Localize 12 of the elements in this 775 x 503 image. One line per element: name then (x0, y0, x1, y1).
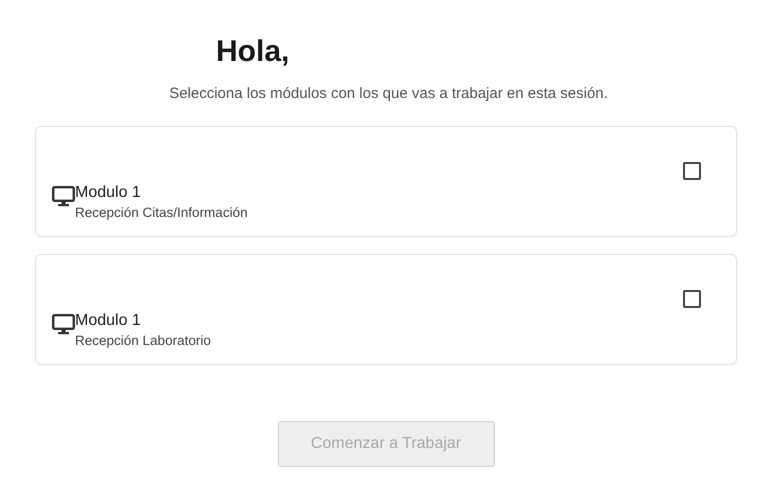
module-card[interactable]: Modulo 1 Recepción Citas/Información (35, 126, 737, 237)
instruction-text: Selecciona los módulos con los que vas a trabajar en esta sesión. (168, 84, 609, 104)
module-checkbox[interactable] (683, 162, 701, 180)
module-card[interactable]: Modulo 1 Recepción Laboratorio (35, 254, 737, 365)
module-description: Recepción Citas/Información (75, 204, 248, 222)
greeting-title: Hola, (216, 34, 290, 70)
monitor-icon (52, 314, 75, 335)
monitor-icon (52, 186, 75, 207)
module-name: Modulo 1 (75, 311, 142, 331)
module-description: Recepción Laboratorio (75, 332, 211, 350)
module-checkbox[interactable] (683, 290, 701, 308)
module-name: Modulo 1 (75, 183, 142, 203)
